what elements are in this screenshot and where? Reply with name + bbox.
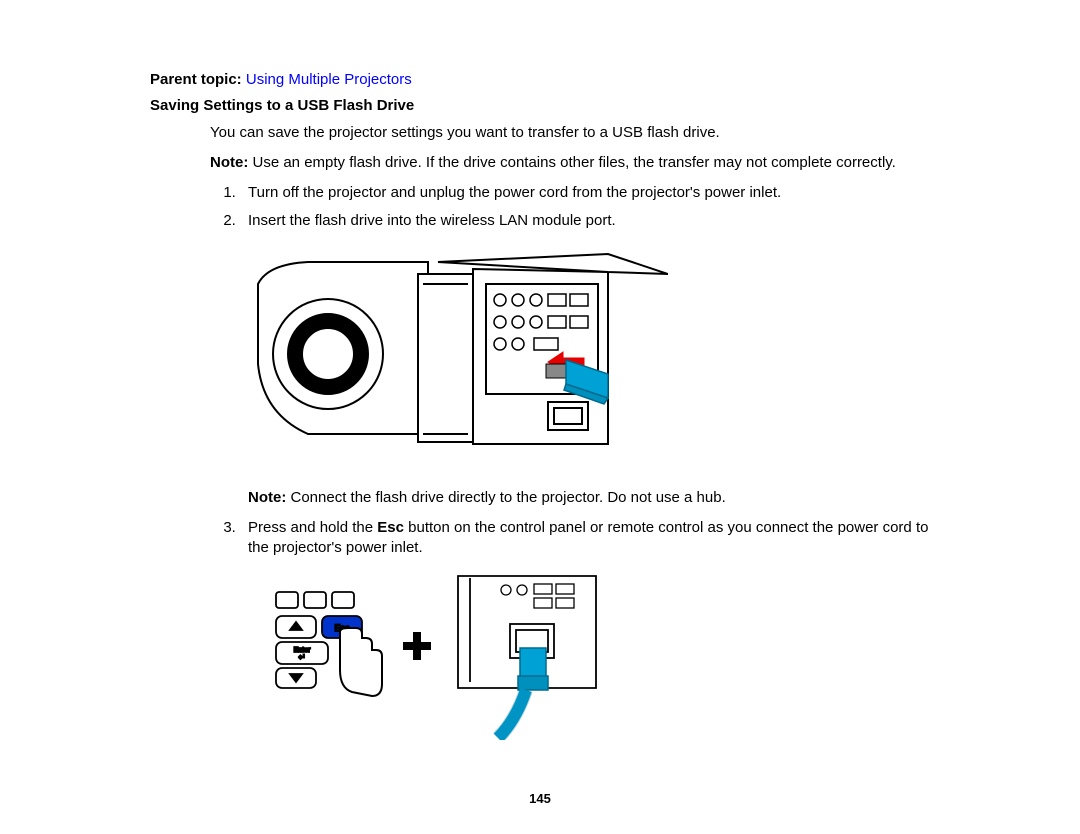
step-2: Insert the flash drive into the wireless… bbox=[240, 211, 930, 508]
note-label-2: Note: bbox=[248, 489, 286, 506]
step-2-note: Note: Connect the flash drive directly t… bbox=[248, 488, 930, 508]
step-3: Press and hold the Esc button on the con… bbox=[240, 518, 930, 741]
step-3-esc: Esc bbox=[377, 519, 404, 536]
plus-icon bbox=[403, 632, 431, 660]
step-2-text: Insert the flash drive into the wireless… bbox=[248, 212, 616, 229]
note-flash-drive: Note: Use an empty flash drive. If the d… bbox=[210, 153, 930, 173]
parent-topic-label: Parent topic: bbox=[150, 71, 242, 88]
step-1: Turn off the projector and unplug the po… bbox=[240, 183, 930, 203]
note-body-2: Connect the flash drive directly to the … bbox=[286, 489, 725, 506]
document-page: Parent topic: Using Multiple Projectors … bbox=[0, 0, 1080, 834]
step-3-text-pre: Press and hold the bbox=[248, 519, 377, 536]
parent-topic-link[interactable]: Using Multiple Projectors bbox=[246, 71, 412, 88]
steps-list: Turn off the projector and unplug the po… bbox=[210, 183, 930, 740]
section-title: Saving Settings to a USB Flash Drive bbox=[150, 96, 930, 116]
parent-topic-line: Parent topic: Using Multiple Projectors bbox=[150, 70, 930, 90]
figure-usb-insert bbox=[248, 244, 930, 474]
intro-paragraph: You can save the projector settings you … bbox=[210, 123, 930, 143]
note-body: Use an empty flash drive. If the drive c… bbox=[248, 154, 896, 171]
svg-text:↵: ↵ bbox=[298, 652, 306, 662]
note-label: Note: bbox=[210, 154, 248, 171]
step-1-text: Turn off the projector and unplug the po… bbox=[248, 184, 781, 201]
figure-esc-power: Esc Enter ↵ bbox=[248, 570, 930, 740]
page-number: 145 bbox=[0, 790, 1080, 808]
